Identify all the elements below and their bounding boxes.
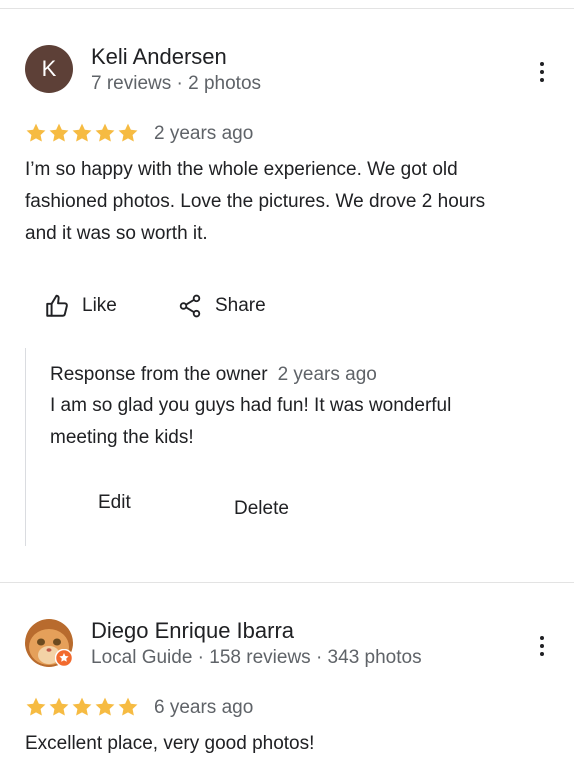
share-button[interactable]: Share — [177, 293, 266, 319]
star-icon — [26, 123, 46, 142]
like-label: Like — [82, 295, 117, 316]
owner-response-line: meeting the kids! — [50, 427, 194, 448]
star-icon — [72, 697, 92, 716]
star-icon — [26, 697, 46, 716]
reviewer-name[interactable]: Keli Andersen — [91, 44, 227, 70]
owner-response-header: Response from the owner 2 years ago — [50, 364, 377, 386]
more-options-icon[interactable] — [532, 632, 552, 660]
reviewer-meta: 7 reviews · 2 photos — [91, 73, 262, 94]
reviewer-name[interactable]: Diego Enrique Ibarra — [91, 618, 294, 644]
review-divider — [0, 582, 574, 583]
owner-response-date: 2 years ago — [277, 364, 377, 385]
avatar[interactable] — [25, 619, 73, 667]
more-options-icon[interactable] — [532, 58, 552, 86]
star-icon — [118, 697, 138, 716]
share-label: Share — [215, 295, 266, 316]
top-divider — [0, 8, 574, 9]
star-icon — [49, 697, 69, 716]
local-guide-badge-icon — [55, 649, 73, 667]
avatar-letter: K — [41, 56, 57, 81]
review-text-line: I’m so happy with the whole experience. … — [25, 159, 458, 180]
owner-response-line: I am so glad you guys had fun! It was wo… — [50, 395, 452, 416]
review-text-line: fashioned photos. Love the pictures. We … — [25, 191, 486, 212]
share-icon — [179, 294, 201, 318]
review-text-line: Excellent place, very good photos! — [25, 733, 315, 754]
review-text: Excellent place, very good photos! — [25, 728, 565, 760]
review-text: I’m so happy with the whole experience. … — [25, 154, 565, 250]
star-icon — [49, 123, 69, 142]
star-icon — [118, 123, 138, 142]
star-icon — [72, 123, 92, 142]
star-icon — [95, 697, 115, 716]
edit-button[interactable]: Edit — [98, 492, 131, 514]
avatar[interactable]: K — [25, 45, 73, 93]
owner-response-heading: Response from the owner — [50, 364, 268, 385]
delete-button[interactable]: Delete — [234, 498, 289, 520]
review-text-line: and it was so worth it. — [25, 223, 208, 244]
review-date: 6 years ago — [154, 697, 254, 718]
review-date: 2 years ago — [154, 123, 254, 144]
reviewer-meta: Local Guide · 158 reviews · 343 photos — [91, 647, 422, 668]
star-rating — [25, 122, 139, 144]
star-rating — [25, 696, 139, 718]
owner-response-bar — [25, 348, 26, 546]
owner-response-text: I am so glad you guys had fun! It was wo… — [50, 390, 550, 454]
thumbs-up-icon — [46, 294, 68, 317]
star-icon — [95, 123, 115, 142]
like-button[interactable]: Like — [44, 293, 117, 319]
